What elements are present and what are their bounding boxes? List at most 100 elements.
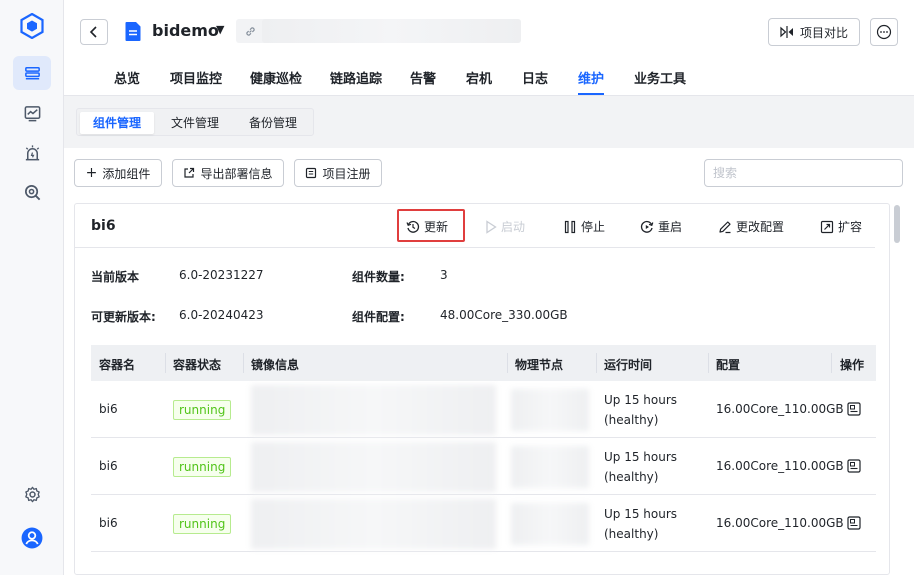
project-name[interactable]: bidemo	[152, 21, 219, 40]
gear-icon	[24, 486, 40, 502]
health-text: (healthy)	[604, 413, 659, 427]
component-panel: + 添加组件 导出部署信息 项目注册 搜索 bi6 更新 启动 停止 重启 更改…	[64, 148, 914, 575]
register-icon	[306, 167, 317, 179]
register-project-button[interactable]: 项目注册	[294, 159, 382, 187]
tab-alarm[interactable]: 告警	[410, 68, 436, 87]
update-label: 更新	[424, 220, 449, 234]
column-divider	[165, 353, 166, 373]
chevron-left-icon	[89, 26, 97, 38]
rail-item-alerts[interactable]	[13, 136, 51, 170]
col-container-status: 容器状态	[173, 358, 222, 372]
tab-maintenance[interactable]: 维护	[578, 68, 604, 87]
health-text: (healthy)	[604, 470, 659, 484]
app-logo-icon[interactable]	[20, 13, 44, 39]
more-button[interactable]	[870, 18, 898, 46]
subtab-component-mgmt[interactable]: 组件管理	[80, 112, 155, 134]
tab-project-monitor[interactable]: 项目监控	[170, 68, 222, 87]
tab-downtime[interactable]: 宕机	[466, 68, 492, 87]
tab-overview[interactable]: 总览	[114, 68, 140, 87]
rail-item-projects[interactable]	[13, 56, 51, 90]
status-badge: running	[173, 400, 232, 420]
update-version-label: 可更新版本:	[91, 310, 156, 324]
export-deploy-label: 导出部署信息	[200, 166, 273, 181]
restart-button[interactable]: 重启	[640, 218, 682, 235]
container-config: 16.00Core_110.00GB	[716, 402, 844, 416]
back-button[interactable]	[80, 19, 108, 45]
image-info-redacted	[251, 385, 496, 435]
col-physical-node: 物理节点	[515, 358, 564, 372]
table-row: bi6 running Up 15 hours (healthy) 16.00C…	[91, 381, 876, 438]
column-divider	[708, 353, 709, 373]
compare-icon	[780, 26, 793, 38]
component-card: bi6 更新 启动 停止 重启 更改配置 扩容 当前版本 6.0-2023122…	[74, 203, 890, 575]
component-name: bi6	[91, 218, 116, 234]
component-card-header: bi6 更新 启动 停止 重启 更改配置 扩容	[75, 204, 875, 248]
terminal-icon[interactable]	[847, 516, 861, 530]
add-component-label: 添加组件	[102, 166, 151, 181]
alarm-light-icon	[25, 144, 39, 160]
scale-label: 扩容	[838, 220, 863, 234]
tab-logs[interactable]: 日志	[522, 68, 548, 87]
search-input[interactable]: 搜索	[704, 159, 903, 187]
restart-label: 重启	[658, 220, 683, 234]
tab-health-check[interactable]: 健康巡检	[250, 68, 302, 87]
change-config-button[interactable]: 更改配置	[718, 218, 784, 235]
table-header: 容器名 容器状态 镜像信息 物理节点 运行时间 配置 操作	[91, 345, 876, 381]
project-dropdown-icon[interactable]: ▼	[216, 23, 224, 36]
col-image-info: 镜像信息	[251, 358, 300, 372]
scrollbar-thumb[interactable]	[894, 205, 900, 243]
start-label: 启动	[501, 220, 526, 234]
tab-business-tools[interactable]: 业务工具	[634, 68, 686, 87]
container-name: bi6	[99, 516, 118, 530]
subtab-file-mgmt[interactable]: 文件管理	[163, 112, 227, 134]
rail-item-user[interactable]	[13, 521, 51, 555]
column-divider	[831, 353, 832, 373]
project-link-redacted	[262, 19, 521, 43]
col-config: 配置	[716, 358, 741, 372]
tab-trace[interactable]: 链路追踪	[330, 68, 382, 87]
rail-item-monitor[interactable]	[13, 96, 51, 130]
start-button[interactable]: 启动	[485, 218, 525, 235]
table-row: bi6 running Up 15 hours (healthy) 16.00C…	[91, 438, 876, 495]
restart-icon	[640, 220, 654, 233]
component-config-value: 48.00Core_330.00GB	[440, 308, 568, 322]
compare-label: 项目对比	[799, 25, 848, 40]
current-version-label: 当前版本	[91, 270, 140, 284]
image-info-redacted	[251, 499, 496, 549]
edit-pencil-icon	[719, 220, 731, 233]
update-version-value: 6.0-20240423	[179, 308, 264, 322]
layers-icon	[24, 66, 40, 79]
subtab-group: 组件管理 文件管理 备份管理	[76, 108, 314, 136]
rail-item-settings[interactable]	[13, 477, 51, 511]
component-count-label: 组件数量:	[352, 270, 405, 284]
register-project-label: 项目注册	[322, 166, 371, 181]
container-name: bi6	[99, 402, 118, 416]
rail-item-security[interactable]	[13, 175, 51, 209]
terminal-icon[interactable]	[847, 459, 861, 473]
update-history-icon	[406, 220, 420, 233]
chart-monitor-icon	[24, 105, 40, 121]
status-badge: running	[173, 457, 232, 477]
column-divider	[596, 353, 597, 373]
column-divider	[507, 353, 508, 373]
change-config-label: 更改配置	[736, 220, 785, 234]
image-info-redacted	[251, 442, 496, 492]
add-component-button[interactable]: + 添加组件	[74, 159, 162, 187]
pause-icon	[564, 220, 576, 233]
export-deploy-button[interactable]: 导出部署信息	[172, 159, 284, 187]
main-area: bidemo ▼ 项目对比 总览 项目监控 健康巡检 链路追踪 告警 宕机 日志…	[64, 0, 914, 575]
terminal-icon[interactable]	[847, 402, 861, 416]
stop-button[interactable]: 停止	[563, 218, 605, 235]
scale-button[interactable]: 扩容	[820, 218, 862, 235]
subtab-backup-mgmt[interactable]: 备份管理	[241, 112, 305, 134]
uptime-text: Up 15 hours	[604, 393, 678, 407]
project-compare-button[interactable]: 项目对比	[768, 18, 860, 46]
update-button[interactable]: 更新	[406, 218, 448, 235]
container-name: bi6	[99, 459, 118, 473]
expand-icon	[820, 220, 834, 233]
content-area: 组件管理 文件管理 备份管理 + 添加组件 导出部署信息 项目注册 搜索 bi6…	[64, 96, 914, 575]
column-divider	[243, 353, 244, 373]
stop-label: 停止	[581, 220, 606, 234]
shield-search-icon	[24, 184, 40, 200]
play-icon	[486, 219, 497, 234]
